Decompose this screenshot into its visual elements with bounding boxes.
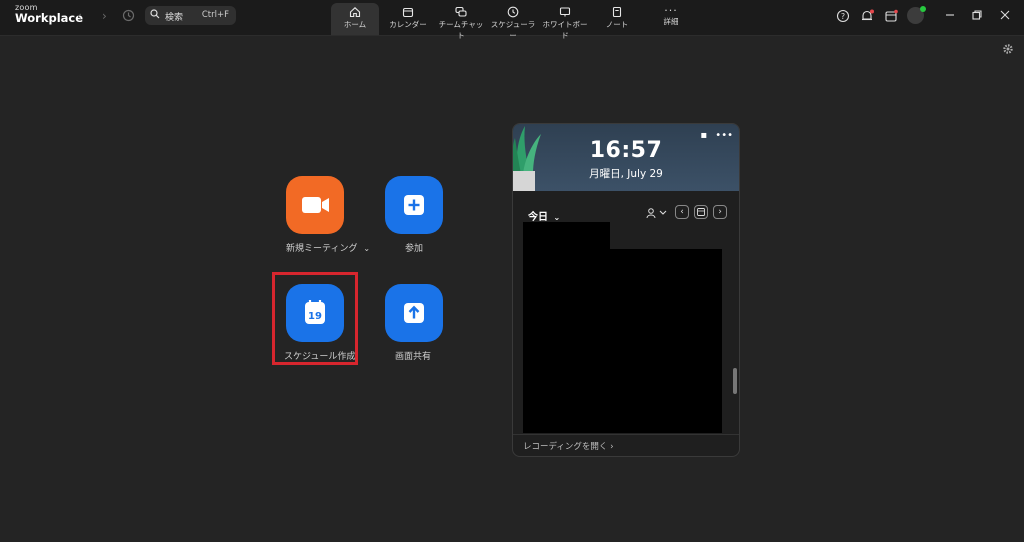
presence-dot [920,6,926,12]
tab-scheduler[interactable]: スケジューラー [488,3,538,40]
tab-label: チームチャット [438,20,484,40]
new-meeting-button[interactable] [286,176,344,234]
more-icon: ··· [664,4,678,17]
open-recordings-text: レコーディングを開く › [523,442,614,452]
join-button[interactable] [385,176,443,234]
next-day-button[interactable]: › [713,205,727,219]
restore-icon[interactable] [970,8,984,22]
history-icon[interactable] [122,9,135,22]
help-icon[interactable]: ? [836,9,850,23]
prev-day-button[interactable]: ‹ [675,205,689,219]
tab-home[interactable]: ホーム [331,3,379,35]
scrollbar-thumb[interactable] [733,368,737,394]
search-label: 検索 [165,13,184,23]
plus-icon [404,195,424,215]
settings-gear-icon[interactable] [1002,43,1014,55]
calendar-filter-icon[interactable] [646,207,668,219]
redacted-area [610,249,722,433]
new-meeting-chevron-icon[interactable]: ⌄ [363,244,370,253]
notification-bell-icon[interactable] [860,9,874,23]
forward-arrow-icon[interactable]: › [102,9,107,23]
tab-label: 詳細 [663,17,679,26]
widget-header: ▪ ••• 16:57 月曜日, July 29 [513,124,739,191]
new-meeting-label[interactable]: 新規ミーティング ⌄ [286,241,370,254]
back-arrow-icon[interactable]: ‹ [77,9,82,23]
calendar-icon [402,7,414,18]
calendar-status-icon[interactable] [884,9,898,23]
today-dropdown[interactable]: 今日 ⌄ [528,208,560,223]
search-icon [150,9,160,19]
svg-text:?: ? [841,12,845,21]
tab-team-chat[interactable]: チームチャット [436,3,486,40]
home-icon [349,7,361,18]
redacted-area [523,222,610,433]
clock-icon [507,6,519,18]
chevron-down-icon: ⌄ [553,213,561,222]
video-camera-icon [302,197,329,213]
upload-arrow-icon [404,303,424,323]
tab-label: スケジューラー [490,20,536,40]
title-bar: zoom Workplace ‹ › 検索 Ctrl+F ホーム カレンダー チ… [0,0,1024,40]
search-shortcut: Ctrl+F [201,10,229,20]
minimize-icon[interactable] [943,8,957,22]
logo-big-text: Workplace [15,11,84,25]
avatar[interactable] [907,6,926,24]
tab-label: ノート [605,20,629,29]
close-icon[interactable] [998,8,1012,22]
tab-calendar[interactable]: カレンダー [386,3,430,35]
join-label: 参加 [405,244,424,254]
tab-whiteboard[interactable]: ホワイトボード [540,3,590,40]
calendar-small-icon [697,208,705,216]
zoom-workplace-logo: zoom Workplace [15,4,83,25]
calendar-picker-button[interactable] [694,205,708,219]
tab-label: ホワイトボード [542,20,588,40]
tab-more[interactable]: ··· 詳細 [656,3,686,35]
open-recordings-link[interactable]: レコーディングを開く › [513,434,739,456]
whiteboard-icon [559,7,571,17]
share-screen-label: 画面共有 [395,352,432,362]
note-icon [612,6,622,18]
tab-notes[interactable]: ノート [600,3,634,35]
highlight-box [272,272,358,365]
new-meeting-text: 新規ミーティング [286,244,358,254]
tab-label: カレンダー [389,20,427,29]
tab-label: ホーム [343,20,367,29]
chat-icon [455,6,467,17]
widget-time: 16:57 [589,138,663,163]
calendar-widget: ▪ ••• 16:57 月曜日, July 29 今日 ⌄ ‹ › レコーディン… [512,123,740,457]
search-box[interactable]: 検索 Ctrl+F [145,6,236,25]
widget-date: 月曜日, July 29 [589,168,663,180]
share-screen-button[interactable] [385,284,443,342]
